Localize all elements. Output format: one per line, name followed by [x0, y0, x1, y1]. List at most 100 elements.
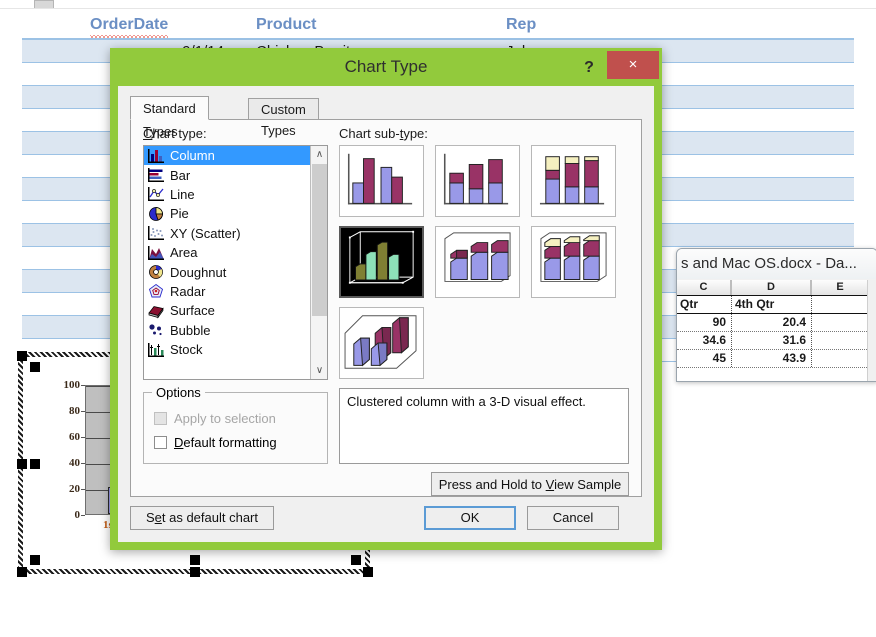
axis-tick [81, 411, 85, 412]
chart-type-item-line[interactable]: Line [144, 185, 327, 204]
view-sample-button[interactable]: Press and Hold to View Sample [431, 472, 629, 496]
cell-d4[interactable]: 43.9 [732, 350, 812, 367]
bubble-chart-icon [147, 322, 165, 338]
chart-type-item-area[interactable]: Area [144, 243, 327, 262]
cell-e3[interactable] [812, 332, 868, 349]
resize-handle-inner-se[interactable] [351, 555, 361, 565]
standard-types-panel: Chart type: Column Bar [130, 119, 642, 497]
3d-stacked-column-thumb [444, 232, 511, 282]
resize-handle-inner-s[interactable] [190, 555, 200, 565]
worksheet-row: Qtr 4th Qtr [677, 296, 876, 314]
scrollbar-thumb[interactable] [312, 164, 327, 316]
background-excel-window[interactable]: s and Mac OS.docx - Da... C D E Qtr 4th … [676, 248, 876, 382]
cell-e4[interactable] [812, 350, 868, 367]
chart-type-item-label: Stock [170, 342, 203, 358]
chart-type-item-bubble[interactable]: Bubble [144, 321, 327, 340]
area-chart-icon [147, 245, 165, 261]
chart-type-item-label: Surface [170, 303, 215, 319]
table-header-row: OrderDate Product Rep [22, 12, 854, 40]
y-axis-tick-label: 100 [63, 379, 81, 391]
stacked-column-thumb [443, 153, 509, 205]
column-chart-icon [147, 148, 165, 164]
chart-type-listbox[interactable]: Column Bar Line Pie XY (Scatter) Area Do… [143, 145, 328, 380]
y-axis-tick-label: 80 [69, 405, 80, 417]
3d-percent-stacked-column-thumb [540, 232, 607, 282]
apply-to-selection-label: Apply to selection [174, 411, 276, 426]
chart-type-item-column[interactable]: Column [144, 146, 327, 166]
resize-handle-inner-sw[interactable] [30, 555, 40, 565]
resize-handle-s[interactable] [190, 567, 200, 577]
cell-e1[interactable] [812, 296, 868, 313]
chart-type-item-label: Radar [170, 283, 206, 299]
chart-type-item-label: Bubble [170, 322, 211, 338]
cell-e2[interactable] [812, 314, 868, 331]
set-as-default-chart-button[interactable]: Set as default chart [130, 506, 274, 530]
chart-type-item-pie[interactable]: Pie [144, 204, 327, 223]
vertical-scrollbar[interactable] [867, 280, 876, 381]
chart-sub-type-gallery[interactable] [339, 145, 629, 380]
resize-handle-inner-nw[interactable] [30, 362, 40, 372]
ruler-divider [0, 8, 876, 9]
sub-type-description: Clustered column with a 3-D visual effec… [339, 388, 629, 464]
default-formatting-row[interactable]: Default formatting [154, 435, 277, 450]
cell-d3[interactable]: 31.6 [732, 332, 812, 349]
radar-chart-icon [147, 283, 165, 299]
line-chart-icon [147, 186, 165, 202]
chart-type-item-surface[interactable]: Surface [144, 301, 327, 320]
resize-handle-sw[interactable] [17, 567, 27, 577]
axis-tick [81, 515, 85, 516]
ok-button[interactable]: OK [424, 506, 516, 530]
cell-d2[interactable]: 20.4 [732, 314, 812, 331]
sub-type-clustered-column[interactable] [339, 145, 424, 217]
column-header-c[interactable]: C [677, 280, 732, 295]
cell-d1[interactable]: 4th Qtr [732, 296, 812, 313]
close-icon[interactable]: × [607, 51, 659, 79]
cell-c3[interactable]: 34.6 [677, 332, 732, 349]
bar-chart-icon [147, 167, 165, 183]
default-formatting-checkbox[interactable] [154, 436, 167, 449]
resize-handle-nw[interactable] [17, 351, 27, 361]
chart-type-item-label: XY (Scatter) [170, 225, 241, 241]
chart-type-item-xy-scatter[interactable]: XY (Scatter) [144, 224, 327, 243]
help-icon[interactable]: ? [578, 57, 600, 79]
dialog-title-bar[interactable]: Chart Type ? × [110, 48, 662, 86]
chart-type-scrollbar[interactable]: ∧ ∨ [310, 146, 327, 379]
apply-to-selection-checkbox[interactable] [154, 412, 167, 425]
3d-column-thumb [344, 315, 417, 369]
cancel-button[interactable]: Cancel [527, 506, 619, 530]
percent-stacked-column-thumb [539, 156, 605, 205]
sub-type-3d-100-percent-stacked-column[interactable] [531, 226, 616, 298]
chart-type-item-label: Doughnut [170, 264, 227, 280]
axis-tick [81, 463, 85, 464]
column-header-d[interactable]: D [732, 280, 812, 295]
resize-handle-w[interactable] [17, 459, 27, 469]
y-axis-tick-label: 20 [69, 483, 80, 495]
sub-type-3d-column[interactable] [339, 307, 424, 379]
worksheet-grid: C D E Qtr 4th Qtr 90 20.4 34.6 31.6 45 4… [677, 280, 876, 381]
cell-c1[interactable]: Qtr [677, 296, 732, 313]
column-header-e[interactable]: E [812, 280, 868, 295]
y-axis-tick-label: 60 [69, 431, 80, 443]
chart-sub-type-label: Chart sub-type: [339, 126, 428, 141]
chart-type-item-label: Area [170, 245, 198, 261]
scroll-down-icon[interactable]: ∨ [311, 362, 327, 379]
sub-type-stacked-column[interactable] [435, 145, 520, 217]
table-header-product: Product [256, 16, 317, 33]
sub-type-3d-clustered-column[interactable] [339, 226, 424, 298]
doughnut-chart-icon [147, 264, 165, 280]
chart-type-item-label: Bar [170, 167, 191, 183]
sub-type-3d-stacked-column[interactable] [435, 226, 520, 298]
cell-c2[interactable]: 90 [677, 314, 732, 331]
tab-custom-types[interactable]: Custom Types [248, 98, 319, 138]
apply-to-selection-row[interactable]: Apply to selection [154, 411, 276, 426]
tab-standard-types[interactable]: Standard Types [130, 96, 209, 139]
chart-type-item-radar[interactable]: Radar [144, 282, 327, 301]
chart-type-item-stock[interactable]: Stock [144, 340, 327, 359]
resize-handle-se[interactable] [363, 567, 373, 577]
cell-c4[interactable]: 45 [677, 350, 732, 367]
chart-type-item-bar[interactable]: Bar [144, 165, 327, 184]
sub-type-100-percent-stacked-column[interactable] [531, 145, 616, 217]
scroll-up-icon[interactable]: ∧ [311, 146, 327, 163]
chart-type-item-doughnut[interactable]: Doughnut [144, 262, 327, 281]
resize-handle-inner-w[interactable] [30, 459, 40, 469]
